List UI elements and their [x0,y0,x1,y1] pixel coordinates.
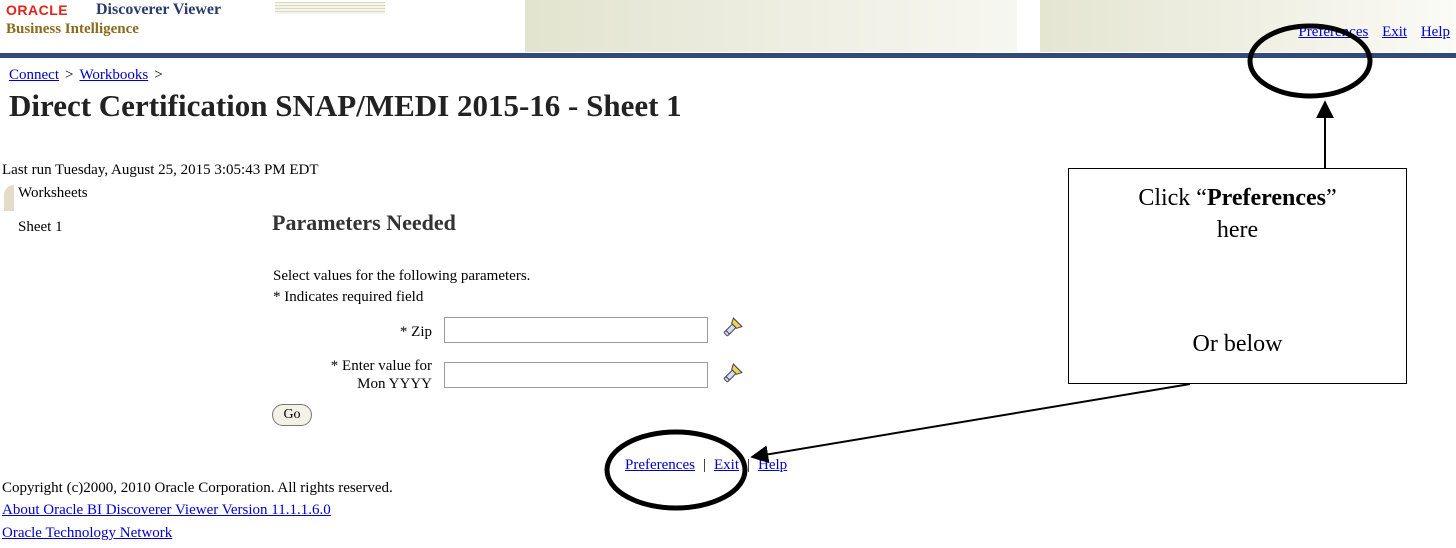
annotation-overlay [604,23,1373,511]
arrow-icon-left [750,383,1191,464]
circle-highlight-top [1247,23,1373,99]
circle-highlight-bottom [604,429,748,511]
